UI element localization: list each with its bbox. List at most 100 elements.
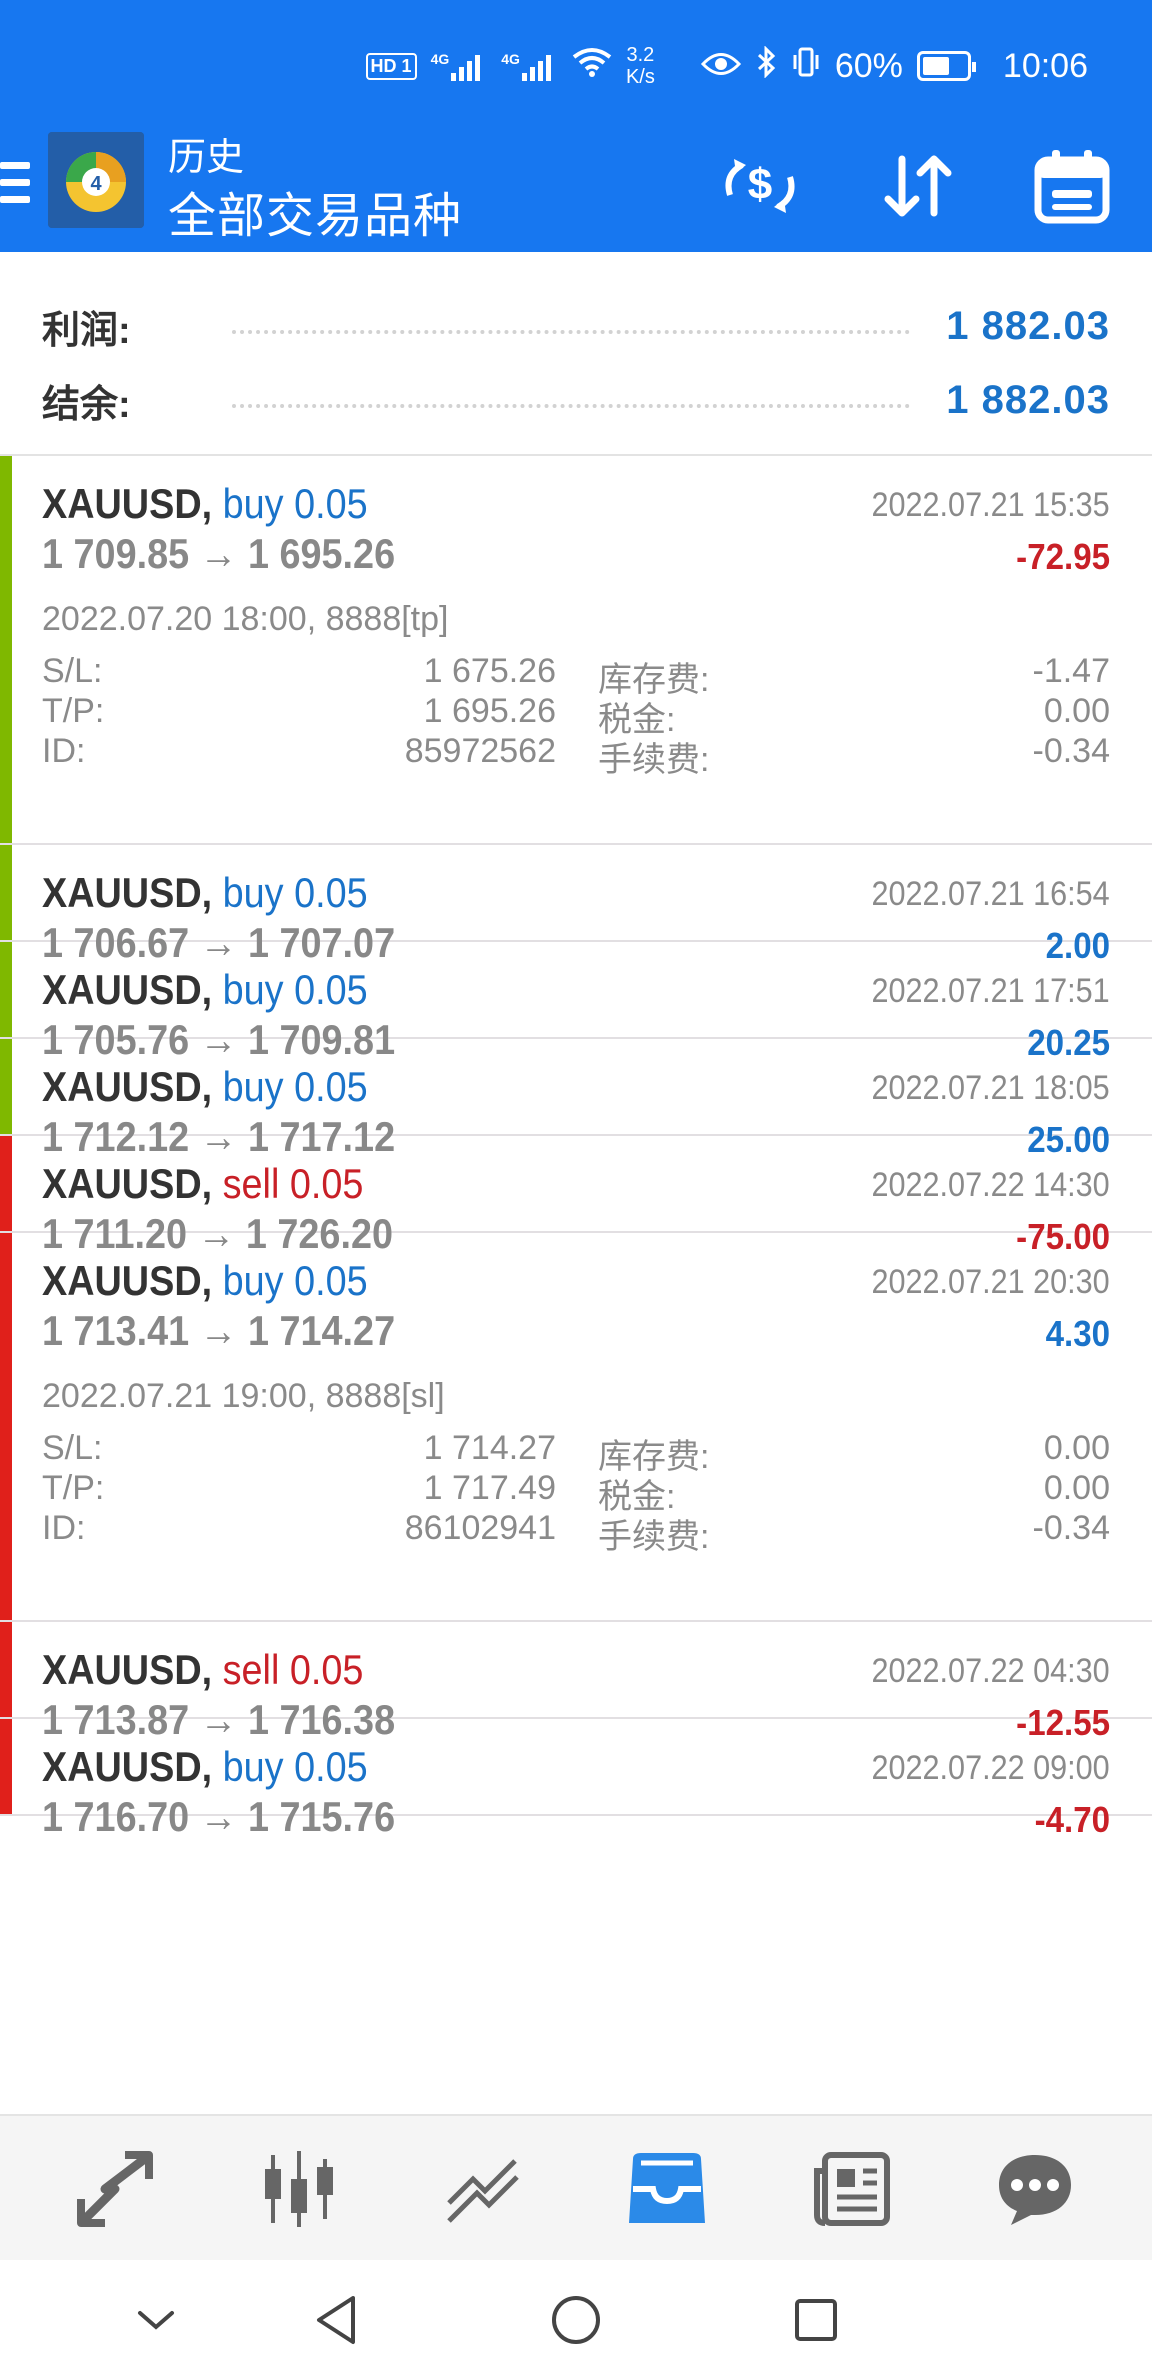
balance-label: 结余: [42, 383, 131, 426]
network-speed-value: 3.2 [626, 44, 655, 66]
trade-row[interactable]: XAUUSD, buy 0.05 1 712.12 → 1 717.12 202… [0, 1039, 1152, 1160]
collapse-icon[interactable] [126, 2290, 186, 2350]
trade-status-bar [0, 456, 12, 843]
trade-symbol-line: XAUUSD, buy 0.05 [42, 869, 368, 917]
trade-status-bar [0, 1233, 12, 1620]
profit-label: 利润: [42, 309, 131, 352]
dotted-leader [232, 330, 911, 334]
system-navigation-bar [0, 2260, 1152, 2376]
recents-icon[interactable] [786, 2290, 846, 2350]
trade-price-line: 1 709.85 → 1 695.26 [42, 530, 395, 578]
trade-symbol: XAUUSD, [42, 480, 213, 527]
arrow-right-icon: → [199, 1307, 238, 1354]
trade-row[interactable]: XAUUSD, buy 0.05 1 709.85 → 1 695.26 202… [0, 456, 1152, 845]
trade-history-list: XAUUSD, buy 0.05 1 709.85 → 1 695.26 202… [0, 456, 1152, 2114]
news-icon[interactable] [806, 2144, 896, 2234]
status-bar: HD 1 4G 4G 3.2 K/s 60% 10:06 [0, 0, 1152, 118]
page-title: 历史 [168, 137, 245, 179]
trade-row[interactable]: XAUUSD, buy 0.05 1 713.41 → 1 714.27 202… [0, 1233, 1152, 1622]
trade-icon[interactable] [438, 2144, 528, 2234]
trade-close-price: 1 715.76 [247, 1793, 396, 1840]
menu-icon[interactable] [0, 162, 30, 204]
trade-direction: sell 0.05 [222, 1646, 364, 1693]
trade-status-bar [0, 1136, 12, 1231]
mt4-logo[interactable]: 4 [48, 132, 144, 228]
sort-icon[interactable] [876, 144, 960, 228]
tax-value: 0.00 [1043, 1469, 1110, 1507]
hd-label: HD [370, 55, 397, 76]
trade-direction: buy 0.05 [222, 1743, 368, 1790]
trade-symbol-line: XAUUSD, buy 0.05 [42, 480, 368, 528]
trade-close-time: 2022.07.21 18:05 [871, 1069, 1110, 1107]
trade-symbol-line: XAUUSD, sell 0.05 [42, 1160, 363, 1208]
trade-close-time: 2022.07.21 17:51 [871, 972, 1110, 1010]
trade-detail-row: ID: 85972562 手续费: -0.34 [42, 732, 1110, 782]
balance-value: 1 882.03 [946, 377, 1110, 422]
battery-icon [916, 51, 976, 81]
trade-symbol: XAUUSD, [42, 869, 213, 916]
trade-symbol-line: XAUUSD, buy 0.05 [42, 1743, 368, 1791]
trade-close-time: 2022.07.22 09:00 [871, 1749, 1110, 1787]
tp-label: T/P: [42, 1469, 105, 1507]
trade-profit: -4.70 [1034, 1799, 1110, 1840]
chart-icon[interactable] [254, 2144, 344, 2234]
fee-value: -0.34 [1032, 732, 1111, 770]
network-type-2: 4G [501, 51, 520, 67]
trade-direction: buy 0.05 [222, 869, 368, 916]
account-summary: 利润: 1 882.03 结余: 1 882.03 [0, 252, 1152, 456]
cell-signal-1-icon: 4G [431, 51, 488, 81]
trade-symbol: XAUUSD, [42, 1160, 213, 1207]
cell-signal-2-icon: 4G [501, 51, 558, 81]
trade-direction: buy 0.05 [222, 480, 368, 527]
fee-label: 手续费: [598, 1518, 710, 1556]
trade-price-line: 1 716.70 → 1 715.76 [42, 1793, 395, 1841]
trade-close-time: 2022.07.21 15:35 [871, 486, 1110, 524]
trade-status-bar [0, 1039, 12, 1134]
trade-open-price: 1 716.70 [42, 1793, 190, 1840]
trade-detail-row: ID: 86102941 手续费: -0.34 [42, 1509, 1110, 1559]
trade-row[interactable]: XAUUSD, sell 0.05 1 711.20 → 1 726.20 20… [0, 1136, 1152, 1257]
history-icon[interactable] [622, 2144, 712, 2234]
home-icon[interactable] [546, 2290, 606, 2350]
network-type-1: 4G [430, 51, 450, 67]
trade-price-line: 1 713.41 → 1 714.27 [42, 1307, 395, 1355]
sl-value: 1 675.26 [423, 652, 556, 690]
network-speed: 3.2 K/s [626, 44, 655, 88]
svg-text:4: 4 [90, 173, 102, 195]
id-label: ID: [42, 732, 86, 770]
sim-label: 1 [401, 55, 412, 76]
battery-percent: 60% [834, 46, 903, 85]
trade-open-price: 1 709.85 [42, 530, 190, 577]
trade-close-time: 2022.07.21 16:54 [871, 875, 1110, 913]
trade-row[interactable]: XAUUSD, buy 0.05 1 716.70 → 1 715.76 202… [0, 1719, 1152, 1840]
id-label: ID: [42, 1509, 86, 1547]
arrow-right-icon: → [199, 1793, 238, 1840]
currency-swap-icon[interactable]: $ [718, 144, 802, 228]
trade-row[interactable]: XAUUSD, sell 0.05 1 713.87 → 1 716.38 20… [0, 1622, 1152, 1743]
chat-icon[interactable] [990, 2144, 1080, 2234]
profit-row: 利润: 1 882.03 [42, 296, 1110, 356]
clock: 10:06 [1002, 46, 1088, 85]
trade-row[interactable]: XAUUSD, buy 0.05 1 705.76 → 1 709.81 202… [0, 942, 1152, 1063]
hd-voice-icon: HD 1 [365, 52, 417, 80]
dotted-leader [232, 404, 911, 408]
trade-symbol: XAUUSD, [42, 1646, 213, 1693]
id-value: 85972562 [404, 732, 556, 770]
trade-profit: 4.30 [1045, 1313, 1110, 1354]
calendar-icon[interactable] [1030, 144, 1114, 228]
tax-value: 0.00 [1043, 692, 1110, 730]
fee-label: 手续费: [598, 741, 710, 779]
trade-close-price: 1 714.27 [247, 1307, 396, 1354]
trade-open-info: 2022.07.21 19:00, 8888[sl] [42, 1377, 445, 1415]
quotes-icon[interactable] [70, 2144, 160, 2234]
svg-text:$: $ [748, 160, 772, 209]
trade-symbol-line: XAUUSD, buy 0.05 [42, 1257, 368, 1305]
trade-status-bar [0, 1622, 12, 1717]
back-icon[interactable] [306, 2290, 366, 2350]
trade-direction: buy 0.05 [222, 966, 368, 1013]
trade-row[interactable]: XAUUSD, buy 0.05 1 706.67 → 1 707.07 202… [0, 845, 1152, 966]
trade-direction: buy 0.05 [222, 1063, 368, 1110]
tp-value: 1 695.26 [423, 692, 556, 730]
trade-profit: -72.95 [1016, 536, 1110, 577]
symbol-filter[interactable]: 全部交易品种 [168, 176, 462, 246]
